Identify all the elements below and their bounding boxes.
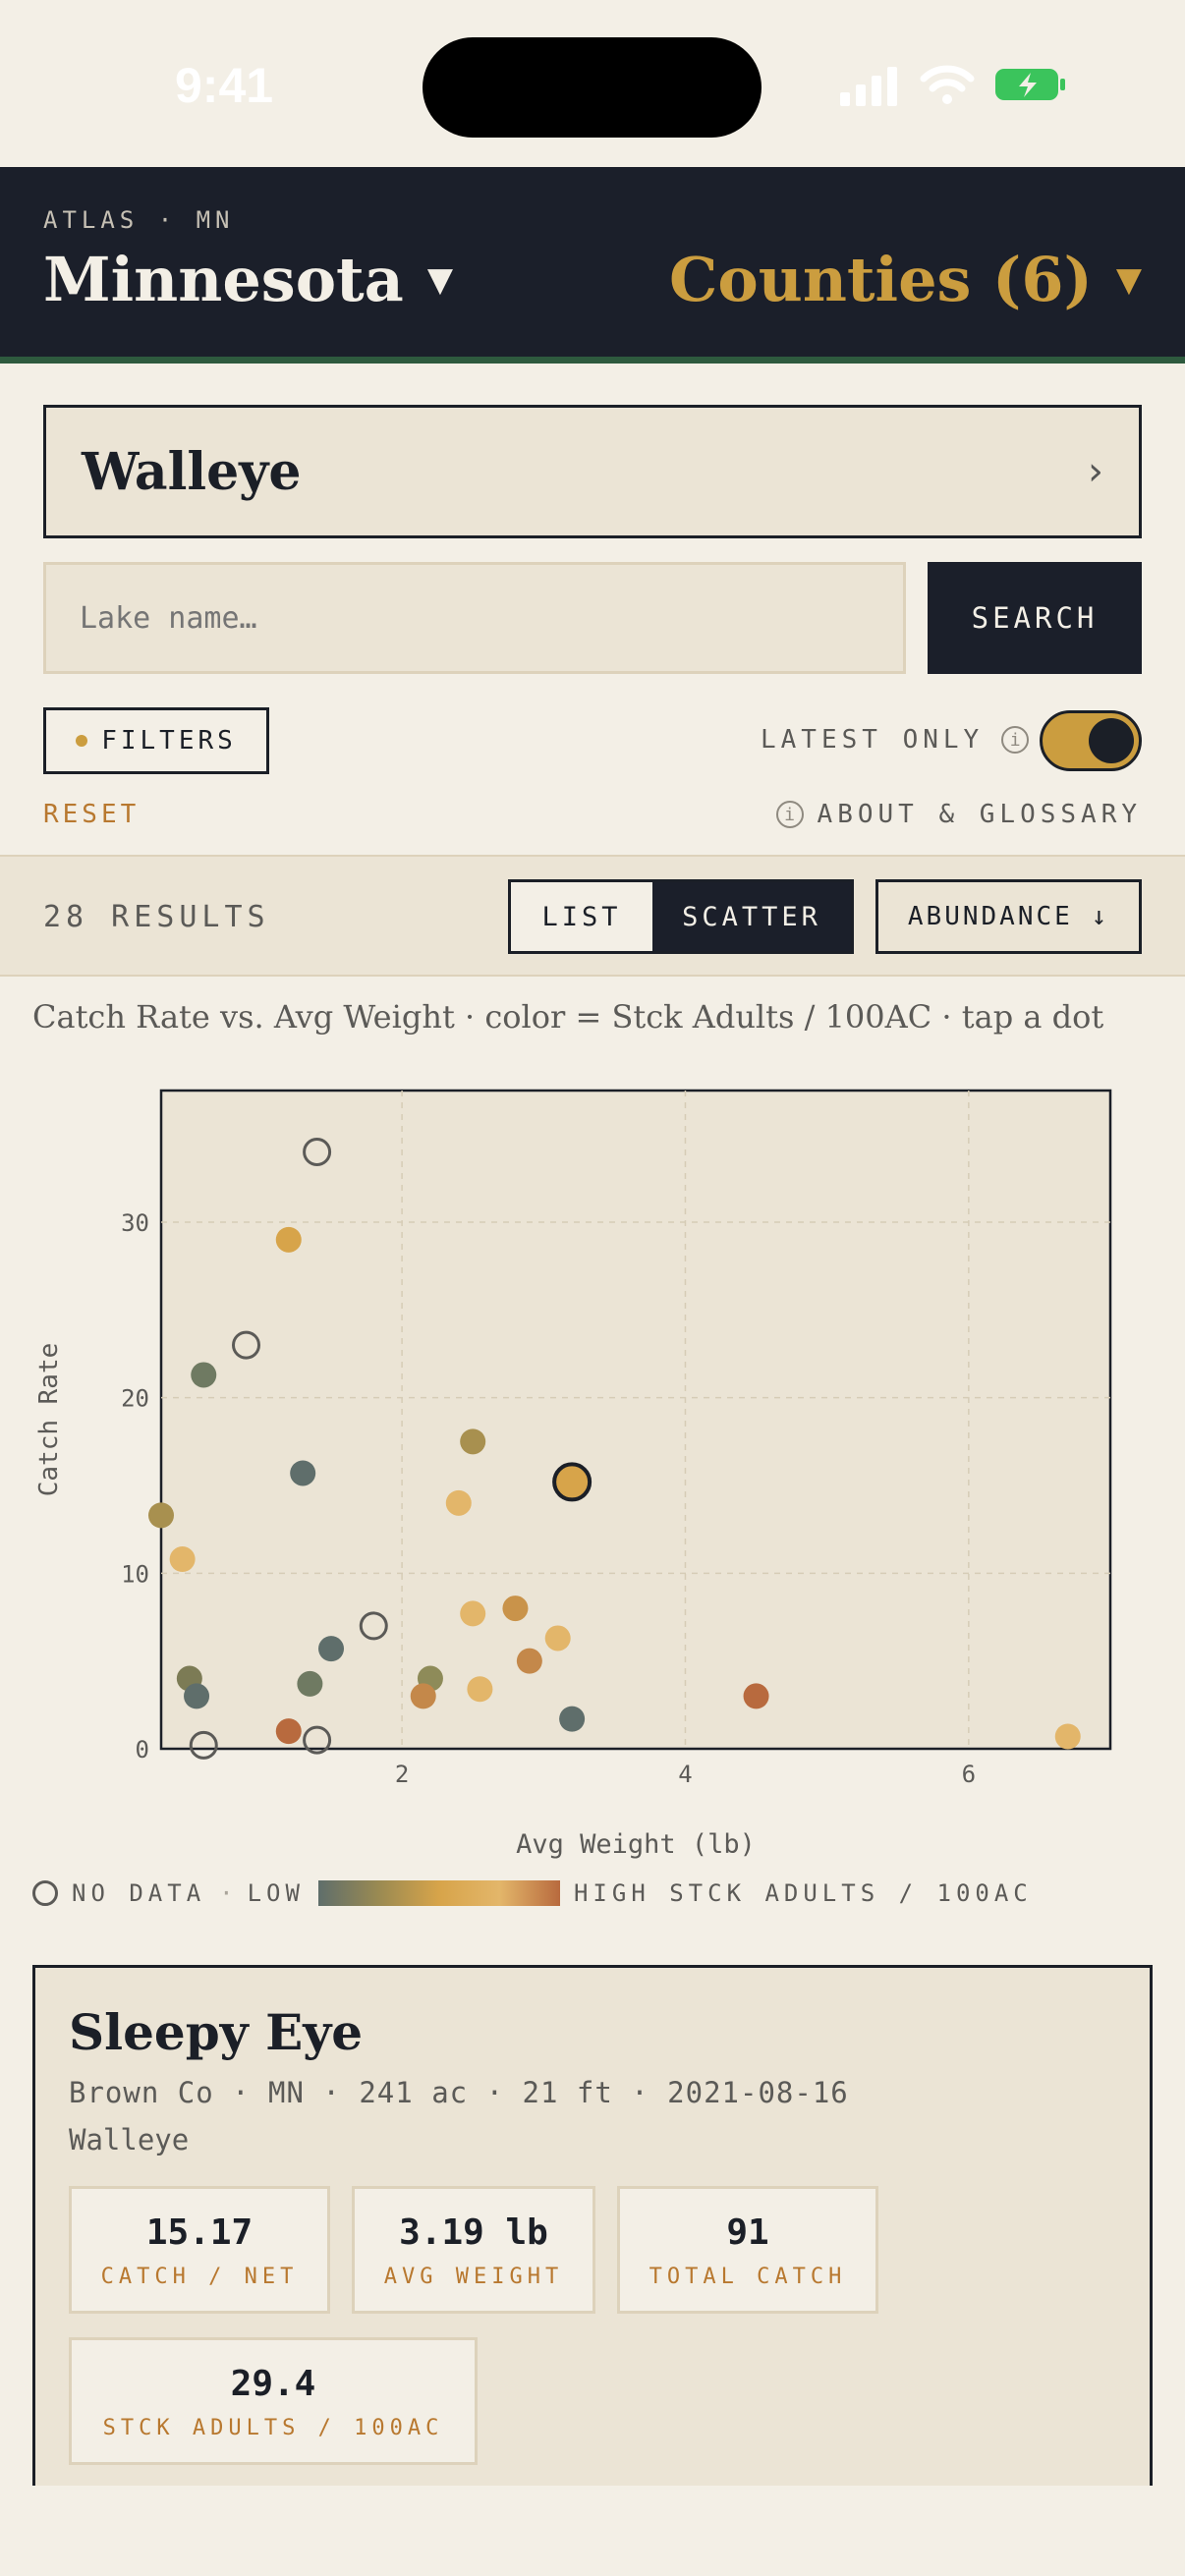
scatter-point[interactable] (169, 1546, 196, 1573)
legend-separator: · (219, 1879, 234, 1907)
dynamic-island (423, 37, 762, 138)
status-bar: 9:41 (0, 0, 1185, 167)
bottom-spacer (0, 2486, 1185, 2576)
results-toolbar: 28 RESULTS LIST SCATTER ABUNDANCE ↓ (0, 855, 1185, 977)
caret-down-icon: ▼ (426, 259, 454, 300)
scatter-point[interactable] (297, 1670, 323, 1697)
app-header: ATLAS · MN Minnesota ▼ Counties (6) ▼ (0, 167, 1185, 364)
scatter-point[interactable] (460, 1428, 486, 1455)
cellular-signal-icon (840, 67, 897, 106)
scatter-point[interactable] (445, 1489, 472, 1516)
filters-label: FILTERS (101, 726, 237, 756)
scatter-point[interactable] (516, 1648, 542, 1674)
stat-label: CATCH / NET (100, 2265, 299, 2289)
scatter-chart: 0 10 20 30 2 4 6 Catch Rate Avg Weight (lb) (34, 1089, 1112, 1860)
stat-value: 91 (726, 2212, 769, 2253)
legend-gradient (317, 1880, 560, 1906)
scatter-point[interactable] (460, 1600, 486, 1627)
scatter-point[interactable] (410, 1683, 436, 1709)
legend-high: HIGH STCK ADULTS / 100AC (573, 1879, 1033, 1907)
info-icon: i (775, 801, 804, 828)
lake-search-input[interactable] (43, 562, 906, 674)
x-tick-label: 4 (678, 1761, 692, 1788)
scatter-point[interactable] (502, 1596, 529, 1622)
stat-label: STCK ADULTS / 100AC (102, 2416, 444, 2440)
scatter-point[interactable] (743, 1683, 769, 1709)
state-selector[interactable]: Minnesota ▼ (43, 244, 453, 315)
scatter-point[interactable] (318, 1636, 345, 1662)
stat-avg-weight: 3.19 lb AVG WEIGHT (352, 2186, 595, 2314)
scatter-point[interactable] (290, 1460, 316, 1486)
stat-stock-adults: 29.4 STCK ADULTS / 100AC (69, 2337, 478, 2465)
x-tick-label: 2 (395, 1761, 409, 1788)
color-legend: NO DATA · LOW HIGH STCK ADULTS / 100AC (32, 1878, 1033, 1908)
stat-catch-per-net: 15.17 CATCH / NET (69, 2186, 330, 2314)
stat-value: 29.4 (230, 2364, 316, 2404)
stat-label: AVG WEIGHT (383, 2265, 564, 2289)
y-tick-label: 0 (136, 1736, 149, 1764)
species-name: Walleye (82, 441, 302, 502)
info-icon[interactable]: i (1001, 726, 1030, 754)
filters-button[interactable]: FILTERS (43, 707, 269, 774)
scatter-point-selected[interactable] (552, 1462, 592, 1502)
lake-species: Walleye (69, 2123, 190, 2156)
view-list-button[interactable]: LIST (511, 882, 652, 951)
latest-only-label: LATEST ONLY (761, 725, 985, 755)
toggle-knob (1089, 718, 1134, 763)
scatter-point[interactable] (148, 1502, 174, 1529)
scatter-point[interactable] (559, 1706, 586, 1732)
scatter-point[interactable] (275, 1226, 302, 1253)
chart-caption: Catch Rate vs. Avg Weight · color = Stck… (32, 998, 1104, 1036)
y-tick-label: 30 (121, 1209, 149, 1237)
legend-low: LOW (247, 1879, 305, 1907)
about-glossary-link[interactable]: i ABOUT & GLOSSARY (775, 800, 1142, 829)
header-eyebrow: ATLAS · MN (43, 206, 235, 234)
sort-button[interactable]: ABUNDANCE ↓ (875, 879, 1142, 954)
view-toggle: LIST SCATTER (508, 879, 854, 954)
species-picker[interactable]: Walleye › (43, 405, 1142, 538)
filters-active-dot (76, 735, 88, 747)
status-time: 9:41 (175, 58, 274, 113)
counties-label: Counties (6) (669, 244, 1093, 315)
stat-value: 15.17 (145, 2212, 254, 2253)
lake-detail-card[interactable]: Sleepy Eye Brown Co · MN · 241 ac · 21 f… (32, 1965, 1153, 2486)
no-data-ring-icon (32, 1880, 58, 1906)
about-label: ABOUT & GLOSSARY (817, 800, 1142, 829)
latest-only-toggle[interactable] (1040, 710, 1142, 771)
latest-only-label-group: LATEST ONLY i (761, 725, 1030, 755)
x-tick-label: 6 (962, 1761, 976, 1788)
stat-total-catch: 91 TOTAL CATCH (617, 2186, 878, 2314)
counties-selector[interactable]: Counties (6) ▼ (669, 244, 1142, 315)
lake-meta: Brown Co · MN · 241 ac · 21 ft · 2021-08… (69, 2076, 849, 2109)
legend-no-data: NO DATA (72, 1879, 206, 1907)
scatter-point[interactable] (184, 1683, 210, 1709)
stat-label: TOTAL CATCH (649, 2265, 847, 2289)
scatter-point[interactable] (275, 1718, 302, 1745)
y-tick-label: 10 (121, 1560, 149, 1588)
x-axis-label: Avg Weight (lb) (516, 1829, 756, 1860)
y-axis-label: Catch Rate (34, 1343, 64, 1497)
scatter-point[interactable] (544, 1625, 571, 1652)
scatter-point[interactable] (1054, 1723, 1081, 1750)
caret-down-icon: ▼ (1115, 259, 1142, 300)
y-tick-label: 20 (121, 1385, 149, 1413)
scatter-point[interactable] (191, 1362, 217, 1388)
results-count: 28 RESULTS (43, 900, 270, 934)
chevron-right-icon: › (1088, 449, 1103, 494)
view-scatter-button[interactable]: SCATTER (652, 882, 851, 951)
battery-charging-icon (995, 69, 1065, 100)
stat-value: 3.19 lb (399, 2212, 548, 2253)
reset-link[interactable]: RESET (43, 800, 140, 829)
scatter-point[interactable] (467, 1676, 493, 1703)
state-name: Minnesota (43, 244, 404, 315)
wifi-icon (920, 65, 975, 104)
lake-title: Sleepy Eye (69, 2003, 364, 2061)
search-button[interactable]: SEARCH (928, 562, 1142, 674)
